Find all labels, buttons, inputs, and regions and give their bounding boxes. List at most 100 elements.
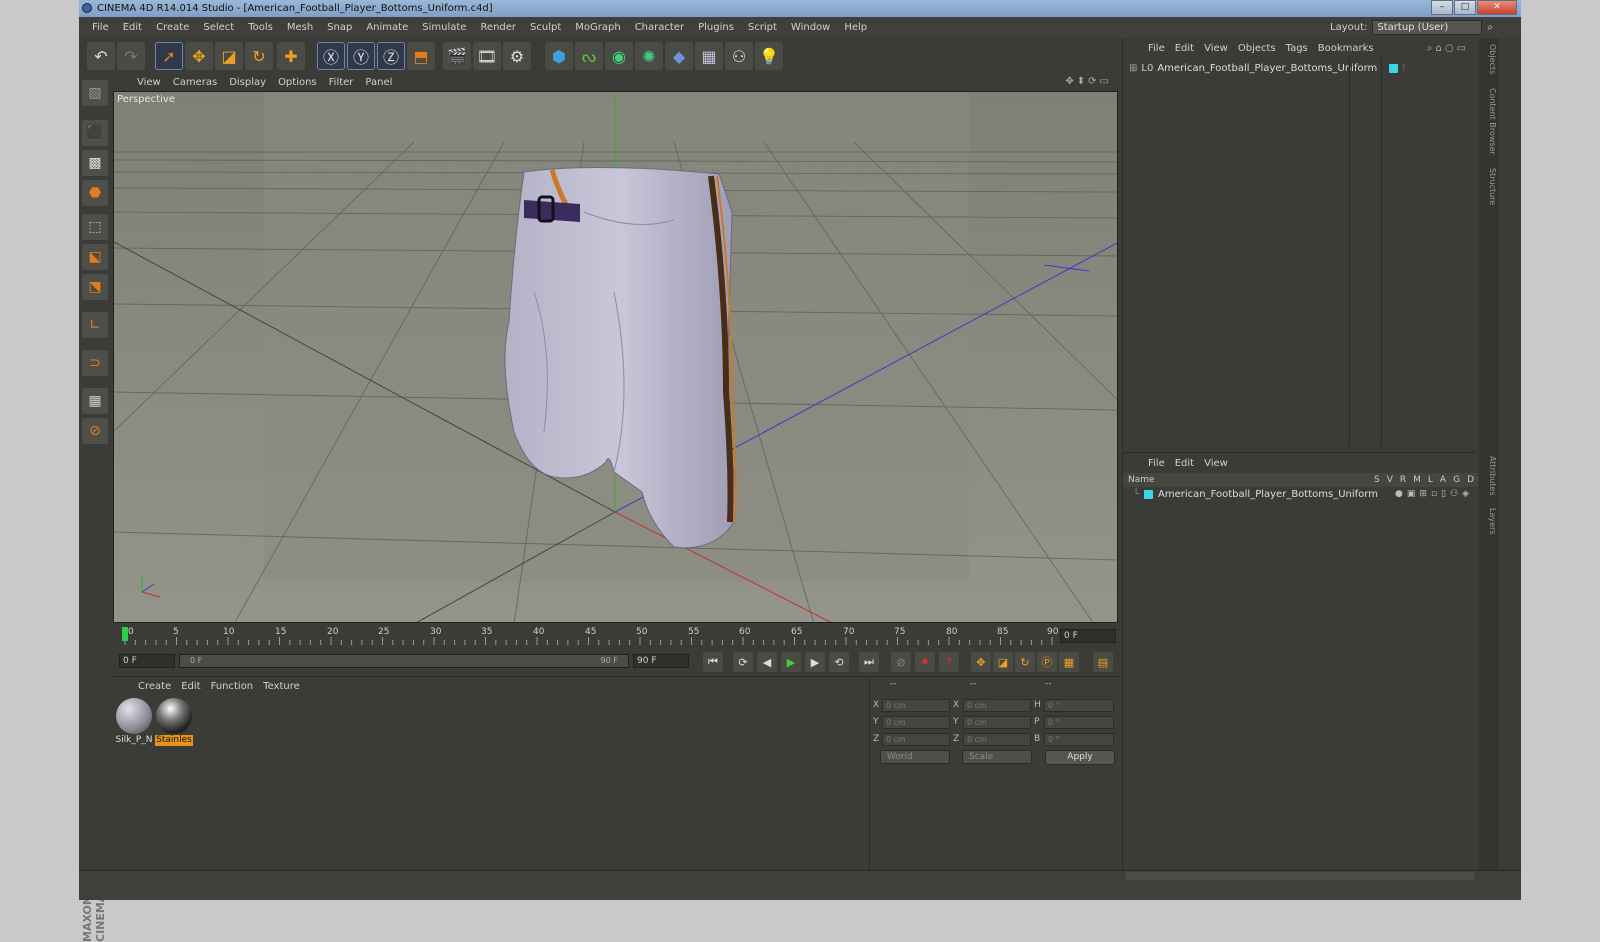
key-parameter-icon[interactable]: Ⓟ xyxy=(1037,652,1057,672)
keyframe-selection-icon[interactable]: ? xyxy=(939,652,959,672)
viewport-menu-cameras[interactable]: Cameras xyxy=(167,77,223,88)
timeline-window-icon[interactable]: ▤ xyxy=(1093,652,1113,672)
preview-range-slider[interactable]: 0 F 90 F xyxy=(179,654,629,668)
tab-attributes[interactable]: Attributes xyxy=(1481,456,1497,496)
menu-file[interactable]: File xyxy=(85,22,116,33)
texture-mode-icon[interactable]: ▩ xyxy=(82,150,108,176)
layer-col-a[interactable]: A xyxy=(1440,473,1446,487)
y-axis-icon[interactable]: Ⓨ xyxy=(347,42,375,70)
layout-dropdown[interactable]: Startup (User) xyxy=(1372,20,1483,35)
render-settings-icon[interactable]: ⚙ xyxy=(503,42,531,70)
record-keys-icon[interactable]: ⊘ xyxy=(891,652,911,672)
apply-button[interactable]: Apply xyxy=(1045,750,1115,765)
viewport-menu-filter[interactable]: Filter xyxy=(323,77,360,88)
undo-icon[interactable]: ↶ xyxy=(87,42,115,70)
lock-workplane-icon[interactable]: ⊘ xyxy=(82,418,108,444)
rotation-h-field[interactable]: 0 ° xyxy=(1044,699,1114,712)
array-icon[interactable]: ✺ xyxy=(635,42,663,70)
object-toolbar-icons[interactable]: ⌕⌂○▭ xyxy=(1427,43,1469,54)
edges-mode-icon[interactable]: ⬕ xyxy=(82,244,108,270)
minimize-button[interactable]: – xyxy=(1431,0,1453,15)
tab-structure[interactable]: Structure xyxy=(1481,168,1497,205)
material-menu-create[interactable]: Create xyxy=(133,681,176,692)
menu-mesh[interactable]: Mesh xyxy=(280,22,320,33)
position-x-field[interactable]: 0 cm xyxy=(882,699,950,712)
key-pla-icon[interactable]: ▦ xyxy=(1059,652,1079,672)
viewport-nav-icons[interactable]: ✥⬍⟳▭ xyxy=(1065,76,1112,87)
menu-character[interactable]: Character xyxy=(628,22,691,33)
size-x-field[interactable]: 0 cm xyxy=(963,699,1031,712)
live-selection-icon[interactable]: ➚ xyxy=(155,42,183,70)
menu-create[interactable]: Create xyxy=(149,22,196,33)
autokey-icon[interactable]: ⏺ xyxy=(915,652,935,672)
render-picture-viewer-icon[interactable]: 🎞 xyxy=(473,42,501,70)
menu-script[interactable]: Script xyxy=(741,22,784,33)
redo-icon[interactable]: ↷ xyxy=(117,42,145,70)
menu-plugins[interactable]: Plugins xyxy=(691,22,741,33)
rotation-b-field[interactable]: 0 ° xyxy=(1044,733,1114,746)
coordinate-mode-dropdown[interactable]: World xyxy=(880,750,950,764)
menu-snap[interactable]: Snap xyxy=(320,22,359,33)
layer-col-m[interactable]: M xyxy=(1413,473,1421,487)
deformer-icon[interactable]: ◆ xyxy=(665,42,693,70)
cube-icon[interactable]: ⬢ xyxy=(545,42,573,70)
start-frame-field[interactable]: 0 F xyxy=(119,654,175,668)
menu-window[interactable]: Window xyxy=(784,22,837,33)
search-icon[interactable]: ⌕ xyxy=(1487,22,1493,33)
render-view-icon[interactable]: 🎬 xyxy=(443,42,471,70)
tab-content-browser[interactable]: Content Browser xyxy=(1481,88,1497,155)
position-z-field[interactable]: 0 cm xyxy=(882,733,950,746)
layer-col-l[interactable]: L xyxy=(1428,473,1433,487)
layer-row[interactable]: └ American_Football_Player_Bottoms_Unifo… xyxy=(1133,489,1378,500)
material-swatch[interactable]: Stainles xyxy=(155,697,193,746)
snap-icon[interactable]: ⊃ xyxy=(82,350,108,376)
size-z-field[interactable]: 0 cm xyxy=(963,733,1031,746)
scale-mode-dropdown[interactable]: Scale xyxy=(962,750,1032,764)
menu-edit[interactable]: Edit xyxy=(116,22,149,33)
loop-icon[interactable]: ⟳ xyxy=(733,652,753,672)
current-frame-field[interactable]: 0 F xyxy=(1060,629,1116,643)
make-editable-icon[interactable]: ▧ xyxy=(82,80,108,106)
material-swatch[interactable]: Silk_P_N xyxy=(115,697,153,745)
position-y-field[interactable]: 0 cm xyxy=(882,716,950,729)
scale-icon[interactable]: ◪ xyxy=(215,42,243,70)
object-menu-view[interactable]: View xyxy=(1199,43,1233,54)
material-menu-edit[interactable]: Edit xyxy=(176,681,205,692)
rotate-icon[interactable]: ↻ xyxy=(245,42,273,70)
object-menu-tags[interactable]: Tags xyxy=(1281,43,1313,54)
object-menu-edit[interactable]: Edit xyxy=(1170,43,1199,54)
goto-start-icon[interactable]: ⏮ xyxy=(703,652,723,672)
prev-frame-icon[interactable]: ◀ xyxy=(757,652,777,672)
object-menu-file[interactable]: File xyxy=(1143,43,1170,54)
object-menu-bookmarks[interactable]: Bookmarks xyxy=(1313,43,1379,54)
object-menu-objects[interactable]: Objects xyxy=(1233,43,1281,54)
viewport-menu-display[interactable]: Display xyxy=(223,77,272,88)
camera-icon[interactable]: ⚇ xyxy=(725,42,753,70)
layer-col-v[interactable]: V xyxy=(1387,473,1393,487)
menu-render[interactable]: Render xyxy=(473,22,523,33)
tab-layers[interactable]: Layers xyxy=(1481,508,1497,534)
layer-col-r[interactable]: R xyxy=(1400,473,1406,487)
object-row[interactable]: ⊞ L0 American_Football_Player_Bottoms_Un… xyxy=(1129,63,1405,74)
key-position-icon[interactable]: ✥ xyxy=(971,652,991,672)
viewport-menu-options[interactable]: Options xyxy=(272,77,323,88)
points-mode-icon[interactable]: ⬚ xyxy=(82,214,108,240)
visibility-dots-icon[interactable]: ⁝ xyxy=(1402,63,1405,74)
layer-menu-view[interactable]: View xyxy=(1199,458,1233,469)
layer-color-chip[interactable] xyxy=(1144,490,1154,499)
maximize-button[interactable]: □ xyxy=(1454,0,1476,15)
layer-col-g[interactable]: G xyxy=(1453,473,1460,487)
axis-mode-icon[interactable]: ∟ xyxy=(82,312,108,338)
expand-icon[interactable]: ⊞ xyxy=(1129,63,1137,74)
last-tool-icon[interactable]: ✚ xyxy=(277,42,305,70)
grid-icon[interactable]: ▦ xyxy=(82,388,108,414)
layer-col-s[interactable]: S xyxy=(1374,473,1380,487)
play-icon[interactable]: ▶ xyxy=(781,652,801,672)
coordinate-system-icon[interactable]: ⬒ xyxy=(407,42,435,70)
menu-select[interactable]: Select xyxy=(196,22,241,33)
nurbs-icon[interactable]: ◉ xyxy=(605,42,633,70)
layer-horizontal-scrollbar[interactable] xyxy=(1125,872,1475,880)
timeline-ruler[interactable]: 0 5 10 15 20 25 30 35 40 45 50 55 60 65 … xyxy=(113,625,1118,647)
goto-end-icon[interactable]: ⏭ xyxy=(859,652,879,672)
size-y-field[interactable]: 0 cm xyxy=(963,716,1031,729)
